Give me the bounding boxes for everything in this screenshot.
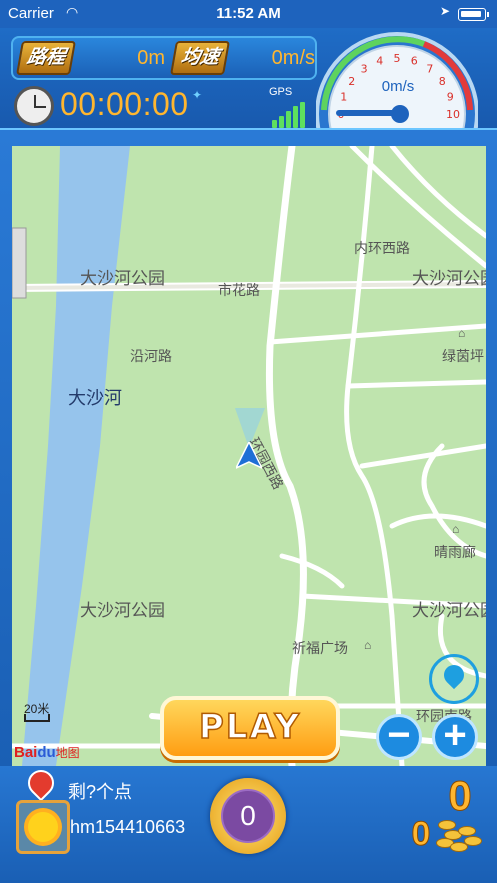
speedometer-readout: 0m/s (381, 78, 415, 95)
play-button[interactable]: PLAY (160, 696, 340, 760)
average-speed-tag: 均速 (170, 41, 230, 75)
remaining-points-label: 剩?个点 (68, 782, 133, 802)
status-bar: Carrier ◠ 11:52 AM ➤ (0, 0, 497, 28)
stats-box: 路程 0m 均速 0m/s (11, 36, 317, 80)
map-pin-icon (439, 660, 469, 690)
point-counter: 0 (210, 778, 286, 854)
map-label-poi: 绿茵坪 (442, 348, 484, 364)
map-label-road: 内环西路 (354, 240, 410, 256)
landmark-icon: ⌂ (364, 638, 372, 652)
locate-button[interactable] (429, 654, 479, 704)
coins-icon (432, 818, 484, 858)
landmark-icon: ⌂ (452, 522, 460, 536)
speedometer-tick-label: 1 (340, 91, 347, 104)
gps-signal-icon (272, 102, 312, 128)
map-label-park: 大沙河公园 (412, 601, 486, 620)
map-label-poi: 祈福广场 (292, 640, 348, 656)
landmark-icon: ⌂ (458, 326, 466, 340)
baidu-map-logo: Baidu地图 (14, 744, 80, 761)
username: hm154410663 (70, 817, 186, 837)
speedometer-tick-label: 4 (376, 55, 383, 68)
user-location-arrow-icon (236, 442, 262, 469)
map-label-river: 大沙河 (68, 386, 122, 410)
gps-label: GPS (269, 86, 293, 98)
speedometer-tick-label: 7 (426, 63, 433, 76)
zoom-out-button[interactable]: − (376, 714, 422, 760)
speedometer-tick-label: 5 (394, 52, 401, 65)
point-counter-value: 0 (221, 789, 275, 843)
battery-icon (458, 8, 486, 21)
score-value: 0 (448, 772, 472, 820)
avatar[interactable] (16, 800, 70, 854)
sun-icon (28, 812, 58, 842)
speedometer-tick-label: 8 (439, 75, 446, 88)
elapsed-time: 00:00:00 (60, 86, 189, 122)
map-label-road: 市花路 (218, 282, 260, 298)
distance-tag: 路程 (16, 41, 76, 75)
speedometer-tick-label: 3 (361, 63, 368, 76)
speedometer-tick-label: 10 (446, 108, 460, 121)
battery-tip (487, 12, 489, 17)
map-label-park: 大沙河公园 (80, 601, 165, 620)
zoom-in-button[interactable]: + (432, 714, 478, 760)
map-label-park: 大沙河公园 (412, 269, 486, 288)
distance-value: 0m (137, 47, 165, 69)
average-speed-value: 0m/s (271, 47, 315, 69)
speedometer-tick-label: 2 (348, 75, 355, 88)
coins-value: 0 (411, 815, 431, 854)
speedometer-tick-label: 6 (411, 55, 418, 68)
clock-icon (14, 86, 54, 126)
speedometer-tick-label: 9 (447, 91, 454, 104)
sparkle-icon: ✦ (192, 88, 203, 102)
map-scale-bar (24, 714, 50, 722)
location-arrow-icon: ➤ (440, 4, 451, 18)
map-label-poi: 晴雨廊 (434, 544, 476, 560)
map-label-park: 大沙河公园 (80, 269, 165, 288)
status-time: 11:52 AM (216, 5, 281, 22)
map-label-road: 沿河路 (130, 348, 172, 364)
